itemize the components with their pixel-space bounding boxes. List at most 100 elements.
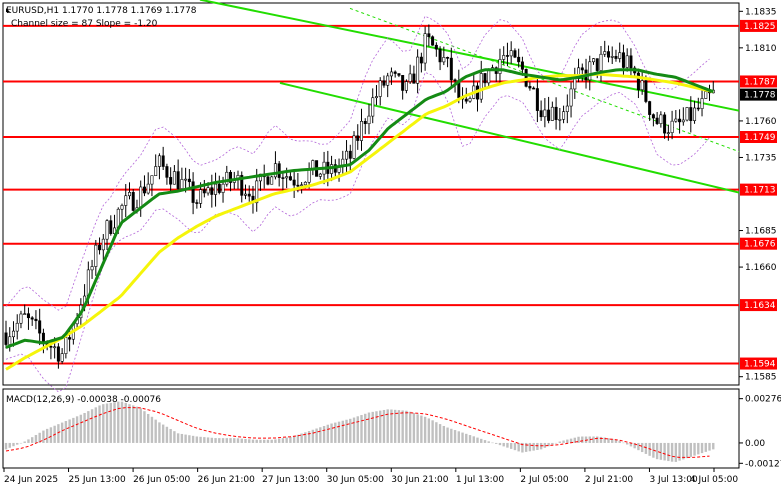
candle-body (202, 189, 206, 194)
candle-body (120, 205, 124, 210)
macd-bar (581, 436, 584, 443)
candle-body (468, 98, 472, 102)
macd-bar (139, 408, 142, 443)
candle-body (700, 98, 704, 109)
candle-body (131, 192, 135, 211)
candle-body (423, 33, 427, 64)
macd-bar (165, 426, 169, 443)
macd-bar (169, 428, 172, 443)
price-tick-label: 1.1660 (745, 263, 777, 273)
macd-bar (214, 438, 217, 443)
candle-body (41, 332, 45, 343)
candle-body (191, 181, 195, 203)
macd-bar (438, 424, 442, 443)
macd-bar (87, 411, 90, 443)
candle-body (187, 178, 191, 183)
candle-body (446, 57, 450, 59)
candle-body (696, 107, 700, 110)
candle-body (569, 88, 573, 107)
macd-bar (663, 442, 666, 461)
macd-bar (685, 442, 689, 459)
macd-bar (90, 409, 94, 443)
time-tick-label: 2 Jul 05:00 (520, 475, 569, 485)
macd-bar (307, 431, 311, 443)
macd-bar (147, 413, 150, 443)
macd-tick-label: 0.00 (745, 439, 765, 449)
macd-bar (195, 436, 199, 443)
macd-bar (375, 411, 378, 443)
macd-bar (352, 417, 356, 443)
candle-body (146, 183, 150, 194)
candle-body (15, 322, 19, 332)
candle-body (150, 175, 154, 185)
candle-body (53, 346, 57, 349)
macd-bar (498, 442, 502, 446)
candle-body (371, 97, 375, 117)
macd-bar (625, 442, 629, 445)
candle-body (105, 220, 109, 240)
candle-body (565, 105, 569, 112)
macd-bar (618, 440, 621, 443)
price-tick-label: 1.1735 (745, 153, 777, 163)
macd-bar (390, 409, 393, 443)
macd-bar (4, 442, 8, 450)
candle-body (416, 56, 420, 84)
candle-body (49, 346, 53, 348)
level-tag-label: 1.1634 (744, 301, 776, 311)
candle-body (225, 171, 229, 185)
macd-bar (23, 441, 26, 443)
macd-bar (240, 438, 243, 443)
macd-bar (476, 437, 479, 443)
candle-body (127, 192, 131, 197)
macd-bar (566, 439, 569, 443)
macd-bar (622, 442, 625, 444)
candle-body (180, 179, 184, 189)
macd-bar (19, 442, 23, 444)
macd-bar (700, 442, 704, 454)
candle-body (109, 220, 113, 234)
macd-bar (487, 441, 490, 443)
candle-body (704, 91, 708, 99)
macd-bar (270, 439, 273, 443)
candle-body (419, 56, 423, 64)
candle-body (165, 166, 169, 178)
macd-bar (446, 427, 449, 443)
candle-body (558, 118, 562, 121)
candle-body (543, 109, 547, 118)
macd-bar (423, 416, 427, 443)
candle-body (513, 50, 517, 58)
candle-body (479, 73, 483, 100)
level-tag-label: 1.1594 (744, 360, 776, 370)
candle-body (434, 44, 438, 50)
candle-body (505, 55, 509, 57)
candle-body (367, 115, 371, 125)
candle-body (547, 109, 551, 121)
time-tick-label: 30 Jun 21:00 (391, 475, 448, 485)
macd-tick-label: 0.00276 (745, 395, 781, 405)
time-tick-label: 24 Jun 2025 (4, 475, 58, 485)
candle-body (348, 150, 352, 159)
candle-body (389, 71, 393, 77)
candle-body (221, 183, 225, 193)
macd-bar (57, 424, 60, 443)
candle-body (356, 135, 360, 141)
candle-body (142, 186, 146, 194)
macd-bar (408, 411, 412, 443)
macd-bar (319, 427, 322, 443)
macd-bar (154, 419, 157, 443)
candle-body (655, 117, 659, 124)
candle-body (498, 59, 502, 74)
candle-body (217, 183, 221, 193)
macd-bar (285, 437, 288, 443)
macd-bar (322, 425, 326, 443)
level-tag-label: 1.1713 (744, 186, 776, 196)
candle-body (404, 81, 408, 91)
price-tick-label: 1.1810 (745, 44, 777, 54)
candle-body (352, 135, 356, 159)
macd-bar (420, 415, 423, 443)
macd-bar (655, 442, 659, 460)
macd-bar (330, 423, 333, 443)
candle-body (318, 173, 322, 177)
macd-bar (315, 428, 318, 443)
time-tick-label: 26 Jun 21:00 (198, 475, 255, 485)
